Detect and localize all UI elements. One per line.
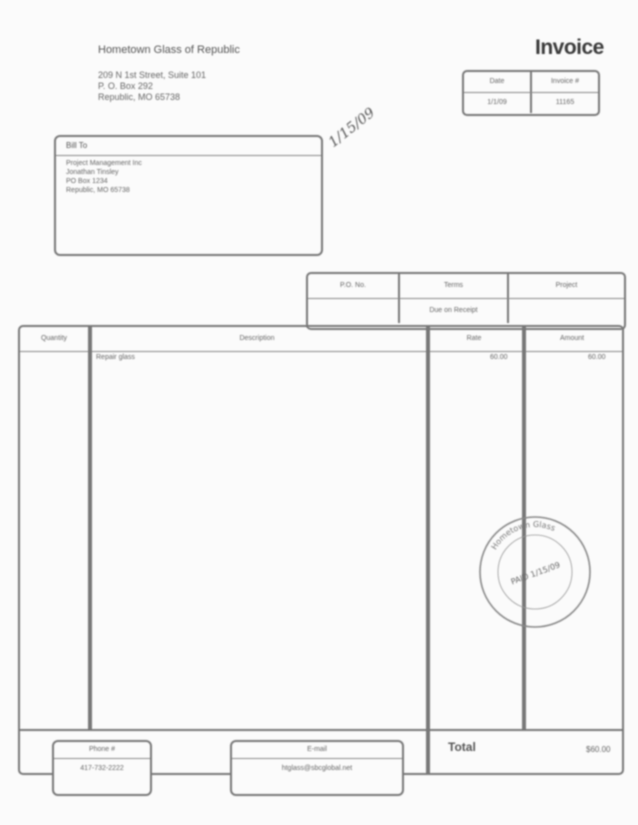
row-amount: 60.00 <box>588 354 606 361</box>
terms-header-terms: Terms <box>398 274 507 298</box>
bill-to-line: Jonathan Tinsley <box>66 169 119 176</box>
stamp-text: PAID 1/15/09 <box>510 560 562 586</box>
stamp-ring-text: Hometown Glass <box>490 520 557 551</box>
total-label: Total <box>448 740 476 754</box>
email-label: E-mail <box>232 742 402 759</box>
terms-table: P.O. No. Terms Project Due on Receipt <box>306 272 626 330</box>
email-value: htglass@sbcglobal.net <box>281 765 353 772</box>
meta-value-invoice-number: 11165 <box>530 93 598 113</box>
column-header-description: Description <box>239 335 275 342</box>
address-line: Republic, MO 65738 <box>98 92 181 102</box>
phone-box: Phone # 417-732-2222 <box>52 740 152 796</box>
meta-header-invoice-number: Invoice # <box>530 72 598 92</box>
terms-value-terms: Due on Receipt <box>398 299 507 323</box>
phone-value: 417-732-2222 <box>80 765 124 772</box>
footer-divider <box>20 729 622 731</box>
terms-value-project <box>507 299 624 323</box>
bill-to-header: Bill To <box>56 137 321 156</box>
column-header-rate: Rate <box>466 335 482 342</box>
document-title: Invoice <box>535 36 604 59</box>
meta-value-date: 1/1/09 <box>487 99 507 106</box>
row-description: Repair glass <box>96 354 135 361</box>
svg-text:Hometown Glass: Hometown Glass <box>490 520 557 551</box>
address-line: 209 N 1st Street, Suite 101 <box>98 70 207 80</box>
bill-to-line: PO Box 1234 <box>66 178 108 185</box>
terms-header-project: Project <box>507 274 624 298</box>
meta-header-date: Date <box>489 78 505 85</box>
company-name: Hometown Glass of Republic <box>98 44 240 56</box>
column-header-amount: Amount <box>559 335 585 342</box>
bill-to-line: Project Management Inc <box>66 160 142 167</box>
terms-value-po <box>308 299 398 323</box>
total-value: $60.00 <box>586 745 611 754</box>
column-divider <box>426 327 430 731</box>
phone-label: Phone # <box>54 742 150 759</box>
row-rate: 60.00 <box>490 354 508 361</box>
terms-header-po: P.O. No. <box>340 282 366 289</box>
invoice-meta-table: Date Invoice # 1/1/09 11165 <box>462 70 600 116</box>
column-header-quantity: Quantity <box>40 335 68 342</box>
bill-to-box: Bill To Project Management Inc Jonathan … <box>54 135 323 256</box>
paid-stamp: Hometown Glass PAID 1/15/09 <box>479 516 591 628</box>
email-box: E-mail htglass@sbcglobal.net <box>230 740 404 796</box>
company-address: 209 N 1st Street, Suite 101 P. O. Box 29… <box>98 70 206 103</box>
footer-divider <box>426 729 430 773</box>
address-line: P. O. Box 292 <box>98 81 153 91</box>
column-divider <box>88 327 92 731</box>
handwritten-note: 1/15/09 <box>325 105 379 151</box>
bill-to-line: Republic, MO 65738 <box>66 187 130 194</box>
